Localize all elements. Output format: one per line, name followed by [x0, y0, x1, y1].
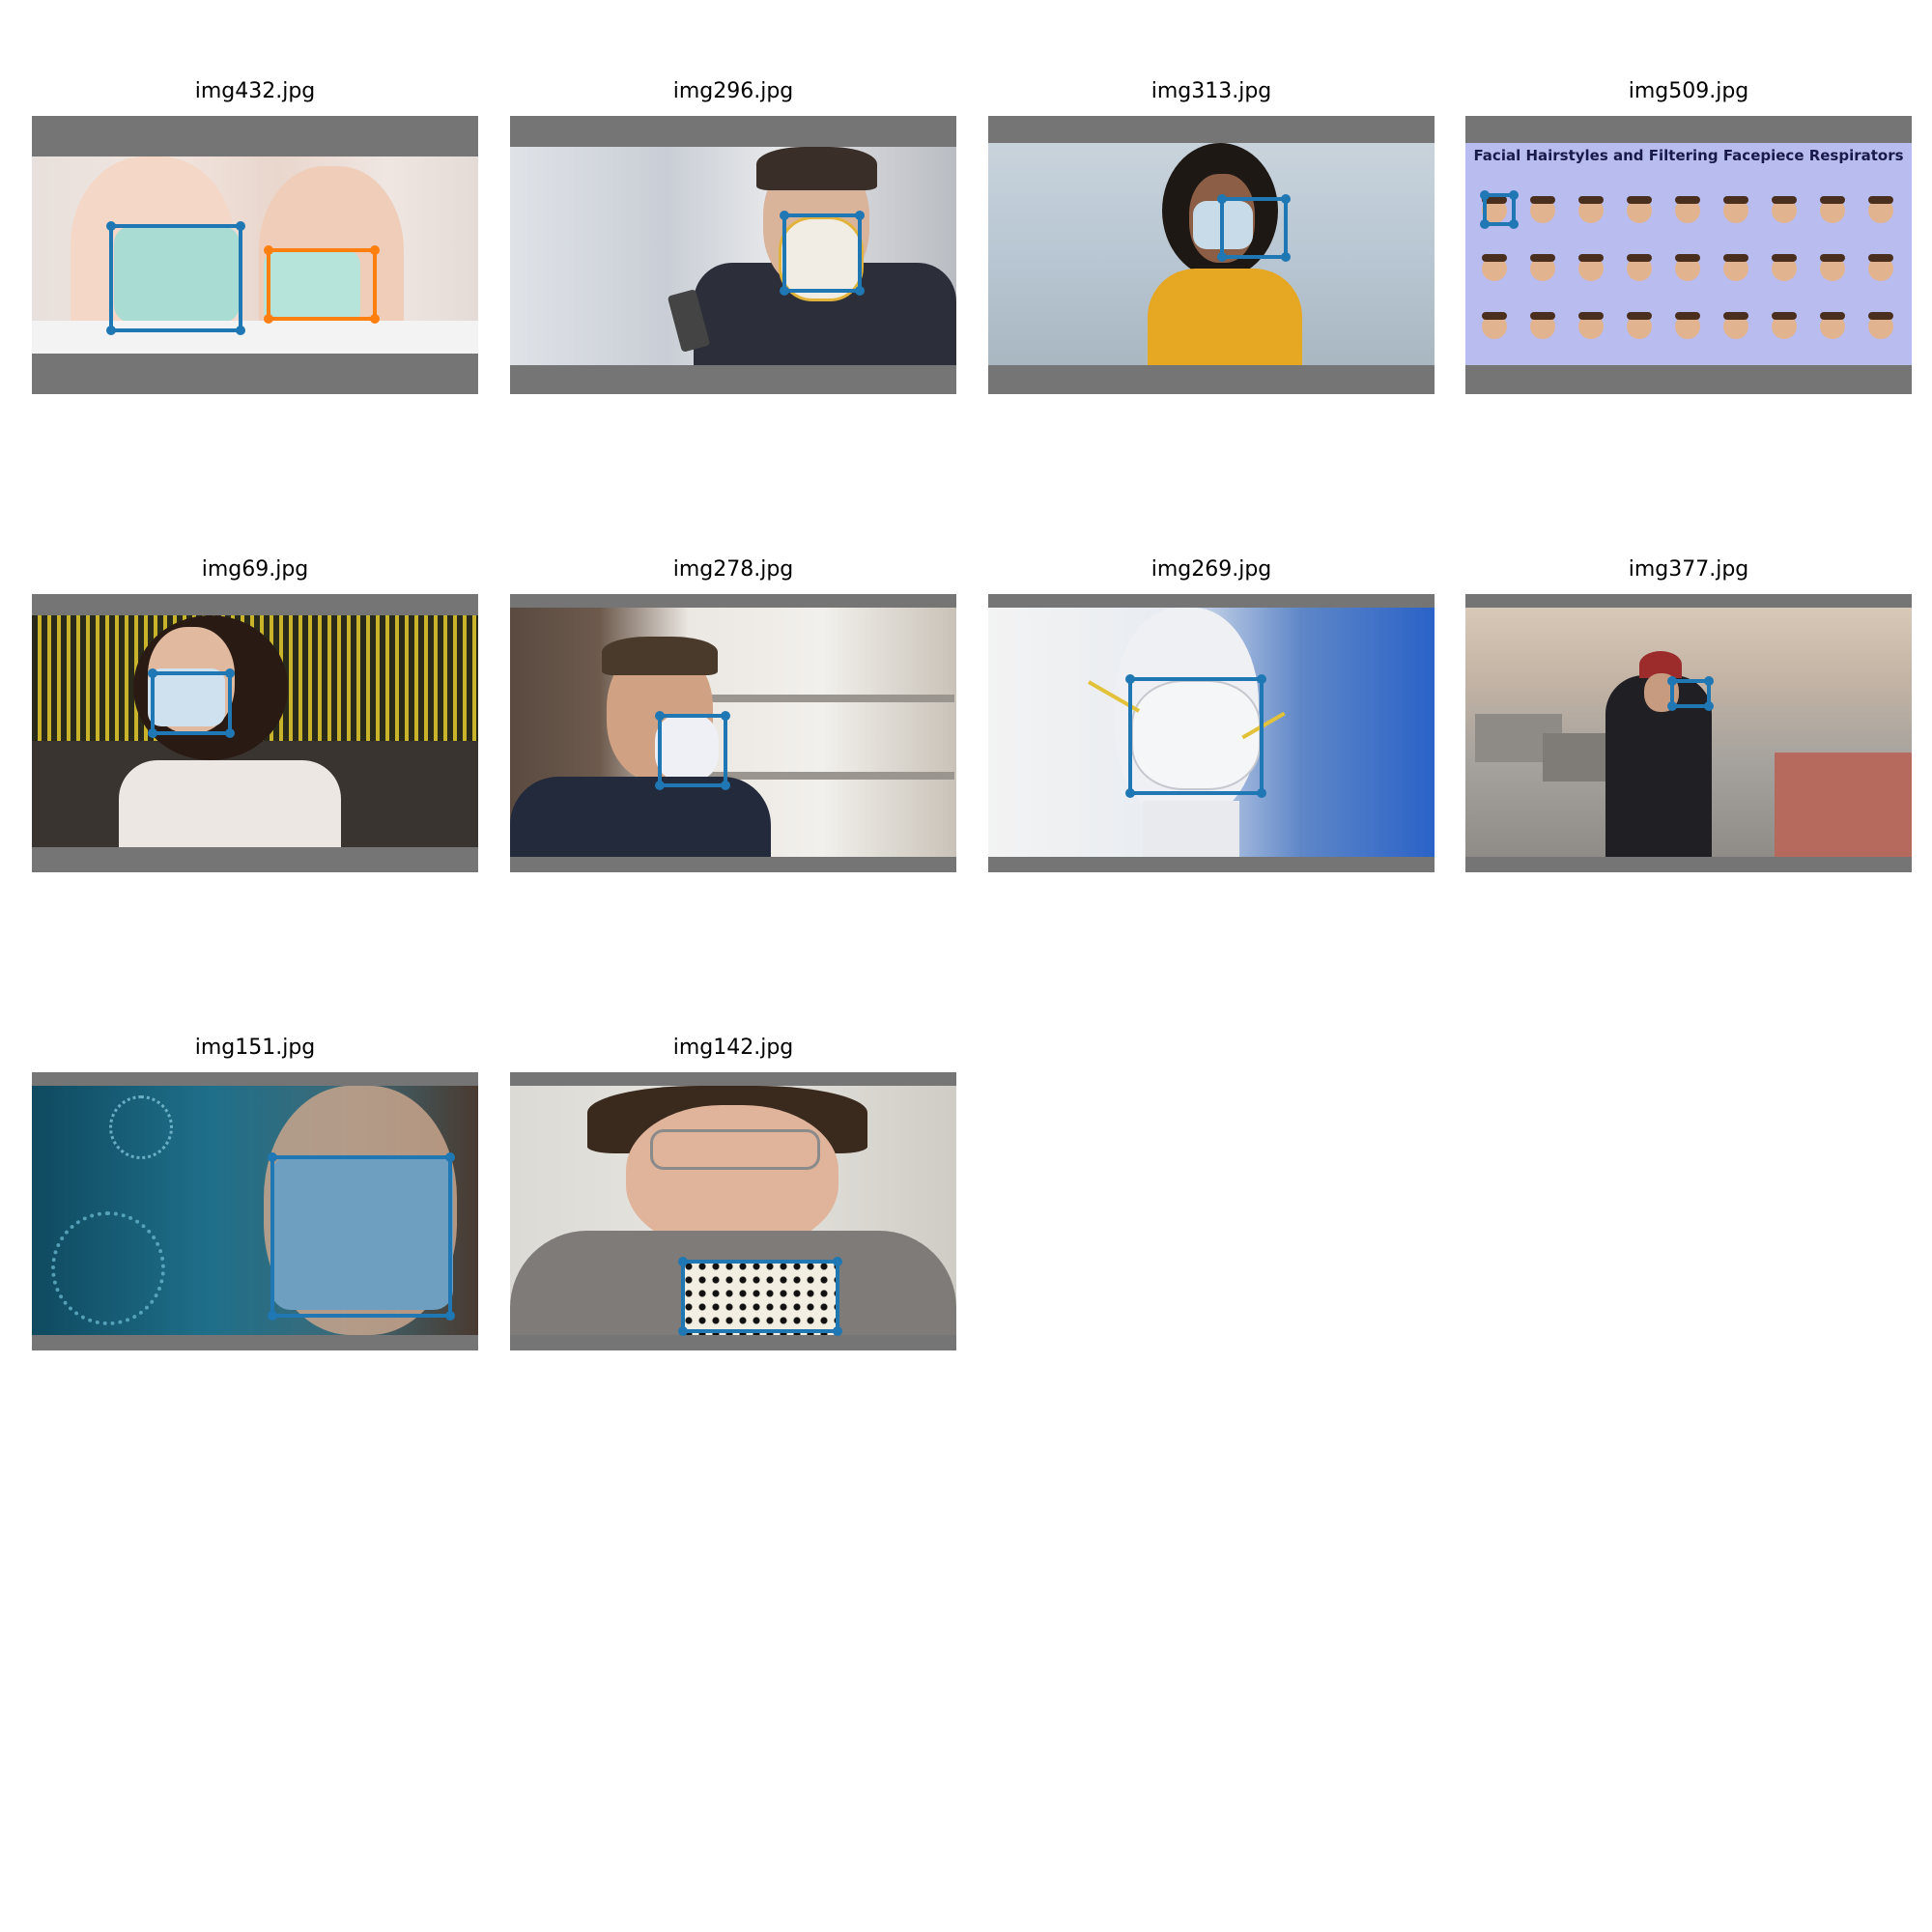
photo-woman-yellow-sweater	[988, 143, 1435, 365]
box-corner	[1125, 674, 1135, 684]
tile-filename: img142.jpg	[672, 1036, 794, 1060]
box-corner	[833, 1257, 842, 1266]
image-frame	[1465, 594, 1912, 872]
tile-filename: img377.jpg	[1628, 557, 1749, 582]
photo-city-street	[1465, 608, 1912, 857]
mask-bounding-box[interactable]	[1125, 674, 1266, 798]
box-corner	[780, 211, 789, 220]
box-corner	[721, 781, 730, 790]
shelf	[703, 772, 954, 780]
shelf	[703, 695, 954, 702]
box-corner	[1667, 676, 1677, 686]
mask-bounding-box[interactable]	[1217, 194, 1291, 262]
box-corner	[1704, 676, 1714, 686]
photo-hairstyles-poster: Facial Hairstyles and Filtering Facepiec…	[1465, 143, 1912, 365]
white-top	[119, 760, 341, 847]
image-frame	[988, 594, 1435, 872]
box-corner	[148, 728, 157, 738]
image-frame: Facial Hairstyles and Filtering Facepiec…	[1465, 116, 1912, 394]
image-frame	[32, 594, 478, 872]
photo-man-with-phone	[510, 147, 956, 365]
box-corner	[236, 326, 245, 335]
face	[626, 1105, 838, 1250]
image-frame	[32, 1072, 478, 1350]
tile-filename: img296.jpg	[672, 79, 794, 103]
box-corner	[236, 221, 245, 231]
tile-filename: img509.jpg	[1628, 79, 1749, 103]
box-corner	[445, 1152, 455, 1162]
box-corner	[264, 314, 273, 324]
glasses	[650, 1129, 820, 1170]
mannequin-neck	[1143, 801, 1239, 857]
box-corner	[1281, 194, 1291, 204]
photo-woman-airport	[32, 615, 478, 847]
box-corner	[1257, 788, 1266, 798]
box-corner	[268, 1152, 277, 1162]
box-corner	[370, 314, 380, 324]
hoodie	[510, 777, 771, 857]
image-frame	[32, 116, 478, 394]
mask-bounding-box[interactable]	[268, 1152, 455, 1321]
box-corner	[1217, 252, 1227, 262]
box-corner	[106, 221, 116, 231]
box-corner	[678, 1257, 688, 1266]
mask-bounding-box-secondary[interactable]	[264, 245, 380, 324]
box-corner	[678, 1326, 688, 1336]
white-shirt	[32, 321, 478, 354]
box-corner	[1704, 701, 1714, 711]
tile-filename: img278.jpg	[672, 557, 794, 582]
tile-filename: img69.jpg	[201, 557, 309, 582]
box-corner	[1667, 701, 1677, 711]
photo-man-pharmacy	[510, 608, 956, 857]
box-corner	[1480, 190, 1490, 200]
box-corner	[268, 1311, 277, 1321]
box-corner	[1509, 219, 1519, 229]
box-corner	[1480, 219, 1490, 229]
face-grid	[1482, 196, 1893, 339]
mask-bounding-box[interactable]	[106, 221, 245, 335]
red-sidewalk	[1775, 753, 1912, 857]
box-corner	[1281, 252, 1291, 262]
box-corner	[855, 286, 865, 296]
box-corner	[721, 711, 730, 721]
virus-particle	[109, 1095, 173, 1159]
box-corner	[264, 245, 273, 255]
photo-two-children	[32, 156, 478, 354]
box-corner	[225, 728, 235, 738]
yellow-sweater	[1148, 269, 1302, 365]
image-frame	[510, 594, 956, 872]
hair	[756, 147, 877, 190]
mask-bounding-box[interactable]	[1667, 676, 1714, 711]
box-corner	[445, 1311, 455, 1321]
mask-bounding-box[interactable]	[780, 211, 865, 296]
tile-filename: img313.jpg	[1151, 79, 1272, 103]
box-corner	[1217, 194, 1227, 204]
box-corner	[1125, 788, 1135, 798]
mask-bounding-box[interactable]	[678, 1257, 842, 1336]
virus-particle	[51, 1211, 165, 1325]
box-corner	[370, 245, 380, 255]
box-corner	[655, 781, 665, 790]
tile-filename: img151.jpg	[194, 1036, 316, 1060]
tile-filename: img432.jpg	[194, 79, 316, 103]
box-corner	[655, 711, 665, 721]
box-corner	[106, 326, 116, 335]
image-frame	[510, 116, 956, 394]
box-corner	[1509, 190, 1519, 200]
mask-bounding-box[interactable]	[148, 668, 235, 738]
box-corner	[1257, 674, 1266, 684]
mask-bounding-box[interactable]	[1480, 190, 1519, 229]
box-corner	[148, 668, 157, 678]
mask-bounding-box[interactable]	[655, 711, 730, 790]
box-corner	[833, 1326, 842, 1336]
box-corner	[780, 286, 789, 296]
image-frame	[988, 116, 1435, 394]
hair	[602, 637, 718, 675]
box-corner	[855, 211, 865, 220]
tile-filename: img269.jpg	[1151, 557, 1272, 582]
box-corner	[225, 668, 235, 678]
image-frame	[510, 1072, 956, 1350]
